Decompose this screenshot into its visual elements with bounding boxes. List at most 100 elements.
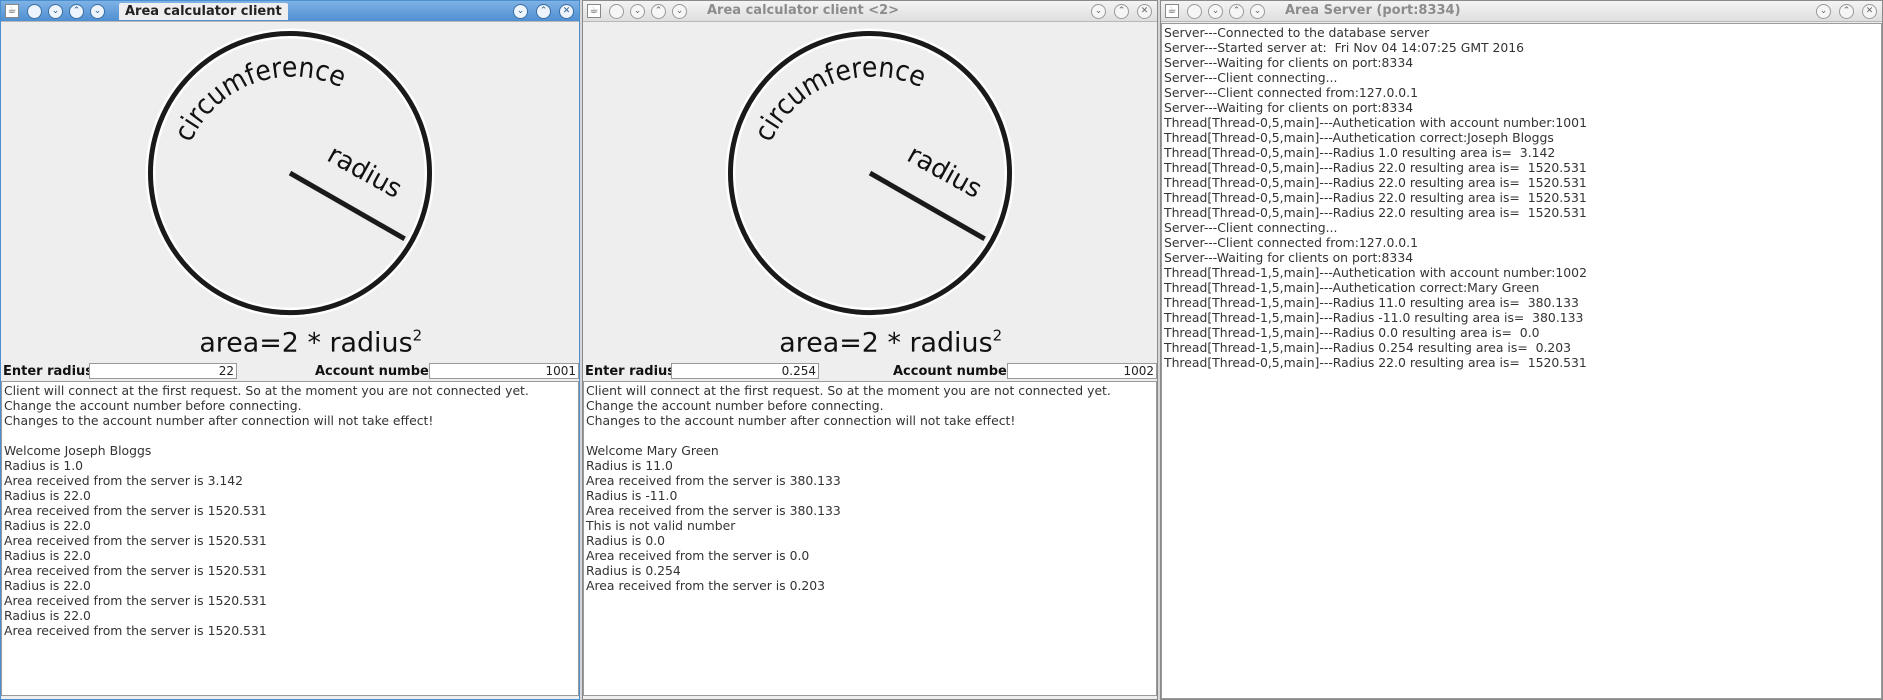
output-line: Change the account number before connect… xyxy=(4,398,302,413)
server-window: ☕ ⌄ ⌃ ⌄ Area Server (port:8334) ⌄ ⌃ ✕ Se… xyxy=(1160,0,1883,700)
window-title: Area Server (port:8334) xyxy=(1285,3,1461,18)
output-line: Thread[Thread-1,5,main]---Radius 0.0 res… xyxy=(1164,325,1540,340)
output-line: Radius is 22.0 xyxy=(4,488,91,503)
output-line: Thread[Thread-0,5,main]---Radius 22.0 re… xyxy=(1164,175,1587,190)
formula-label: area=2 * radius2 xyxy=(199,326,422,358)
java-cup-icon[interactable]: ☕ xyxy=(1165,4,1179,18)
formula-label: area=2 * radius2 xyxy=(779,326,1002,358)
java-cup-icon[interactable]: ☕ xyxy=(587,4,601,18)
output-line: Radius is -11.0 xyxy=(586,488,678,503)
output-line: Change the account number before connect… xyxy=(586,398,884,413)
chevron-down-double-icon[interactable]: ⌄ xyxy=(1208,4,1223,19)
radius-input[interactable] xyxy=(671,363,819,379)
chevron-up-double-icon[interactable]: ⌃ xyxy=(651,4,666,19)
output-line: Area received from the server is 380.133 xyxy=(586,473,841,488)
output-line: Thread[Thread-0,5,main]---Radius 22.0 re… xyxy=(1164,355,1587,370)
titlebar[interactable]: ☕ ⌄ ⌃ ⌄ Area calculator client ⌄ ⌃ ✕ xyxy=(1,1,579,22)
server-log-area[interactable]: Server---Connected to the database serve… xyxy=(1161,23,1882,699)
output-line: Radius is 1.0 xyxy=(4,458,84,473)
output-line: Thread[Thread-1,5,main]---Radius 0.254 r… xyxy=(1164,340,1572,355)
output-line: Thread[Thread-0,5,main]---Radius 1.0 res… xyxy=(1164,145,1556,160)
client-window-1: ☕ ⌄ ⌃ ⌄ Area calculator client ⌄ ⌃ ✕ cir… xyxy=(0,0,580,700)
account-number-label: Account number xyxy=(893,364,1014,379)
output-line: Thread[Thread-1,5,main]---Radius 11.0 re… xyxy=(1164,295,1579,310)
output-line: Thread[Thread-0,5,main]---Radius 22.0 re… xyxy=(1164,160,1587,175)
circle-diagram: circumference radius area=2 * radius2 xyxy=(725,28,1015,358)
output-line: Area received from the server is 1520.53… xyxy=(4,623,267,638)
output-line: Area received from the server is 1520.53… xyxy=(4,563,267,578)
window-title: Area calculator client <2> xyxy=(707,3,900,18)
output-line: Thread[Thread-0,5,main]---Radius 22.0 re… xyxy=(1164,190,1587,205)
window-menu-icon[interactable] xyxy=(609,4,624,19)
minimize-icon[interactable]: ⌄ xyxy=(513,4,528,19)
output-line: Server---Waiting for clients on port:833… xyxy=(1164,100,1414,115)
output-line: Radius is 0.0 xyxy=(586,533,666,548)
chevron-up-double-icon[interactable]: ⌃ xyxy=(69,4,84,19)
radius-input[interactable] xyxy=(89,363,237,379)
minimize-icon[interactable]: ⌄ xyxy=(1091,4,1106,19)
output-line: Client will connect at the first request… xyxy=(586,383,1111,398)
output-line: Area received from the server is 0.203 xyxy=(586,578,826,593)
output-line: Server---Client connecting... xyxy=(1164,220,1338,235)
enter-radius-label: Enter radius xyxy=(585,364,676,379)
output-line: Thread[Thread-0,5,main]---Authetication … xyxy=(1164,115,1587,130)
output-line: Radius is 22.0 xyxy=(4,518,91,533)
output-line: Area received from the server is 0.0 xyxy=(586,548,810,563)
output-line: Server---Started server at: Fri Nov 04 1… xyxy=(1164,40,1525,55)
titlebar[interactable]: ☕ ⌄ ⌃ ⌄ Area Server (port:8334) ⌄ ⌃ ✕ xyxy=(1161,1,1882,22)
window-menu-icon[interactable] xyxy=(1187,4,1202,19)
minimize-icon[interactable]: ⌄ xyxy=(1816,4,1831,19)
output-line: Radius is 22.0 xyxy=(4,578,91,593)
output-line: Server---Waiting for clients on port:833… xyxy=(1164,55,1414,70)
maximize-icon[interactable]: ⌃ xyxy=(536,4,551,19)
chevron-down-double-icon[interactable]: ⌄ xyxy=(48,4,63,19)
output-line: Changes to the account number after conn… xyxy=(586,413,1016,428)
client-output-area[interactable]: Client will connect at the first request… xyxy=(583,381,1157,696)
output-line: Radius is 0.254 xyxy=(586,563,681,578)
client-output-area[interactable]: Client will connect at the first request… xyxy=(1,381,579,696)
window-title: Area calculator client xyxy=(119,3,288,20)
window-menu-icon[interactable] xyxy=(27,4,42,19)
radius-label: radius xyxy=(322,140,407,205)
output-line: Area received from the server is 380.133 xyxy=(586,503,841,518)
output-line: Area received from the server is 1520.53… xyxy=(4,503,267,518)
output-line: Area received from the server is 3.142 xyxy=(4,473,244,488)
account-number-input[interactable] xyxy=(429,363,579,379)
close-icon[interactable]: ✕ xyxy=(1137,4,1152,19)
radius-label: radius xyxy=(902,140,987,205)
java-cup-icon[interactable]: ☕ xyxy=(5,4,19,18)
close-icon[interactable]: ✕ xyxy=(1862,4,1877,19)
output-line: Thread[Thread-1,5,main]---Authetication … xyxy=(1164,265,1587,280)
output-line: Server---Client connected from:127.0.0.1 xyxy=(1164,85,1419,100)
close-icon[interactable]: ✕ xyxy=(559,4,574,19)
enter-radius-label: Enter radius xyxy=(3,364,94,379)
chevron-down-icon[interactable]: ⌄ xyxy=(1250,4,1265,19)
output-line: Area received from the server is 1520.53… xyxy=(4,533,267,548)
chevron-down-double-icon[interactable]: ⌄ xyxy=(630,4,645,19)
chevron-up-double-icon[interactable]: ⌃ xyxy=(1229,4,1244,19)
account-number-input[interactable] xyxy=(1007,363,1157,379)
titlebar[interactable]: ☕ ⌄ ⌃ ⌄ Area calculator client <2> ⌄ ⌃ ✕ xyxy=(583,1,1157,22)
output-line: Thread[Thread-0,5,main]---Authetication … xyxy=(1164,130,1554,145)
output-line: Welcome Joseph Bloggs xyxy=(4,443,152,458)
chevron-down-icon[interactable]: ⌄ xyxy=(672,4,687,19)
output-line: Radius is 22.0 xyxy=(4,548,91,563)
output-line: Client will connect at the first request… xyxy=(4,383,529,398)
output-line: Server---Client connecting... xyxy=(1164,70,1338,85)
account-number-label: Account number xyxy=(315,364,436,379)
output-line: Thread[Thread-1,5,main]---Radius -11.0 r… xyxy=(1164,310,1584,325)
output-line: Area received from the server is 1520.53… xyxy=(4,593,267,608)
output-line: Server---Waiting for clients on port:833… xyxy=(1164,250,1414,265)
output-line: Welcome Mary Green xyxy=(586,443,719,458)
maximize-icon[interactable]: ⌃ xyxy=(1839,4,1854,19)
output-line: Radius is 22.0 xyxy=(4,608,91,623)
output-line: Thread[Thread-0,5,main]---Radius 22.0 re… xyxy=(1164,205,1587,220)
chevron-down-icon[interactable]: ⌄ xyxy=(90,4,105,19)
client-window-2: ☕ ⌄ ⌃ ⌄ Area calculator client <2> ⌄ ⌃ ✕… xyxy=(582,0,1158,700)
output-line: Changes to the account number after conn… xyxy=(4,413,434,428)
maximize-icon[interactable]: ⌃ xyxy=(1114,4,1129,19)
output-line: Thread[Thread-1,5,main]---Authetication … xyxy=(1164,280,1540,295)
output-line: Server---Client connected from:127.0.0.1 xyxy=(1164,235,1419,250)
